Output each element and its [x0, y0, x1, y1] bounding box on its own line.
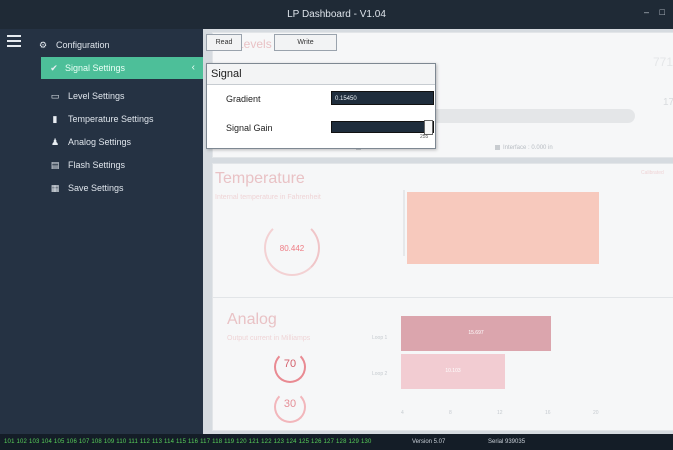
channel-numbers: 101 102 103 104 105 106 107 108 109 110 …	[4, 439, 372, 445]
analog-axis-tick: 12	[497, 410, 503, 416]
sidebar-item-signal-settings[interactable]: ✔ Signal Settings ‹	[41, 57, 203, 79]
temperature-title: Temperature	[215, 170, 305, 187]
temperature-subtitle: Internal temperature in Fahrenheit	[215, 194, 321, 201]
signal-gain-slider[interactable]	[331, 120, 434, 135]
sidebar-item-configuration[interactable]: ⚙ Configuration	[0, 34, 203, 56]
title-bar: LP Dashboard - V1.04 – □	[0, 0, 673, 29]
gradient-input[interactable]: 0.15450	[331, 91, 434, 105]
status-bar: 101 102 103 104 105 106 107 108 109 110 …	[0, 434, 673, 450]
analog-bar-1-label: Loop 1	[372, 335, 388, 341]
chevron-left-icon: ‹	[191, 62, 195, 73]
analog-bar-2: 10.103	[401, 354, 505, 389]
signal-popup-title: Signal	[207, 64, 435, 85]
temperature-corner-label: Calibrated	[641, 170, 664, 176]
analog-subtitle: Output current in Milliamps	[227, 335, 311, 342]
analog-bar-1: 15.697	[401, 316, 551, 351]
sidebar-item-temperature-settings[interactable]: ▮ Temperature Settings	[0, 108, 203, 130]
write-button[interactable]: Write	[274, 34, 337, 51]
temperature-bar	[407, 192, 599, 264]
window-title: LP Dashboard - V1.04	[287, 9, 386, 20]
sidebar-item-label: Analog Settings	[68, 137, 132, 147]
temperature-axis	[403, 190, 405, 256]
analog-gauge-1-value: 70	[283, 358, 297, 370]
analog-gauge-2-value: 30	[283, 398, 297, 410]
analog-panel: Analog Output current in Milliamps 70 30…	[212, 297, 673, 431]
sidebar-item-label: Signal Settings	[65, 63, 126, 73]
sidebar-item-label: Temperature Settings	[68, 114, 154, 124]
temperature-panel: Temperature Internal temperature in Fahr…	[212, 163, 673, 319]
sidebar-item-label: Level Settings	[68, 91, 125, 101]
version-label: Version 5.07	[412, 439, 446, 445]
window-controls[interactable]: – □	[644, 7, 669, 17]
analog-axis-tick: 20	[593, 410, 599, 416]
signal-gain-value: 255	[420, 134, 429, 140]
level-icon: ▭	[50, 91, 60, 101]
analog-axis-tick: 4	[401, 410, 404, 416]
slider-thumb[interactable]	[424, 120, 433, 135]
grid-icon: ▦	[50, 183, 60, 193]
save-icon: ▤	[50, 160, 60, 170]
signal-gain-label: Signal Gain	[226, 123, 273, 133]
levels-value-partial: 177	[663, 97, 673, 108]
gear-icon: ⚙	[38, 40, 48, 50]
sidebar-item-save-settings[interactable]: ▦ Save Settings	[0, 177, 203, 199]
analog-bar-2-label: Loop 2	[372, 371, 388, 377]
sidebar-item-label: Flash Settings	[68, 160, 126, 170]
sidebar-item-label: Save Settings	[68, 183, 124, 193]
analog-axis-tick: 16	[545, 410, 551, 416]
gradient-label: Gradient	[226, 94, 261, 104]
people-icon: ♟	[50, 137, 60, 147]
sidebar-item-level-settings[interactable]: ▭ Level Settings	[0, 85, 203, 107]
analog-axis-tick: 8	[449, 410, 452, 416]
sidebar-item-flash-settings[interactable]: ▤ Flash Settings	[0, 154, 203, 176]
legend-interface: Interface : 0.000 in	[495, 145, 553, 151]
sidebar-item-label: Configuration	[56, 40, 110, 50]
signal-settings-popup: Signal Gradient 0.15450 Signal Gain 255	[206, 63, 436, 149]
temperature-gauge-value: 80.442	[279, 244, 305, 253]
thermometer-icon: ▮	[52, 114, 58, 124]
serial-label: Serial 939035	[488, 439, 526, 445]
analog-title: Analog	[227, 311, 277, 328]
sidebar: ⚙ Configuration ✔ Signal Settings ‹ ▭ Le…	[0, 29, 203, 434]
levels-title: Levels	[237, 37, 272, 51]
check-icon: ✔	[50, 63, 58, 73]
read-button[interactable]: Read	[206, 34, 242, 51]
levels-value: 771	[653, 55, 673, 69]
sidebar-item-analog-settings[interactable]: ♟ Analog Settings	[0, 131, 203, 153]
